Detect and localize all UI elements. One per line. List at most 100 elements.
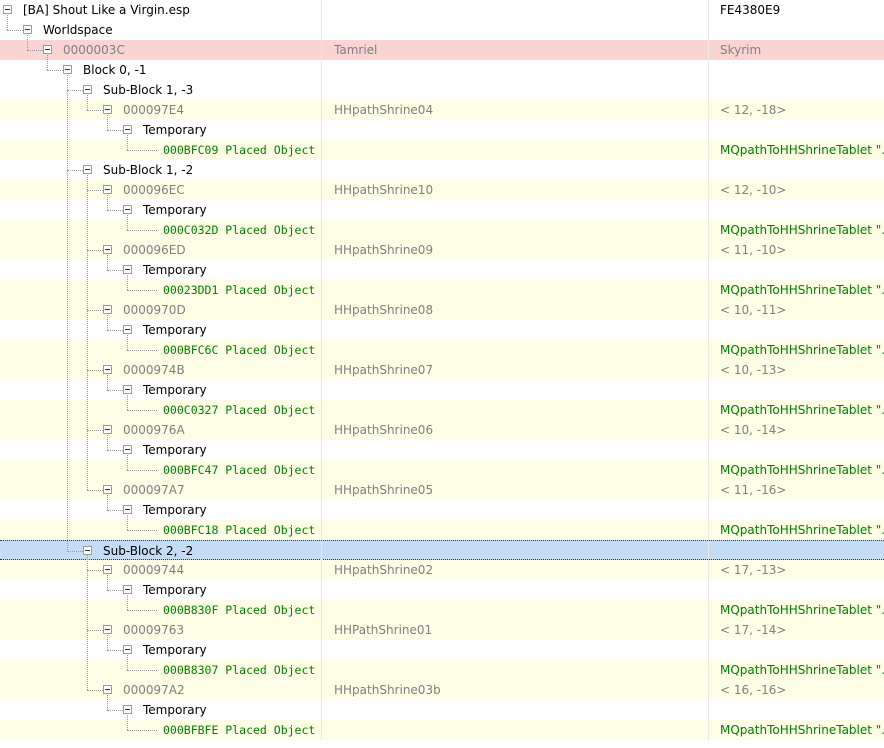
tree-node-label: Temporary xyxy=(143,583,207,597)
tree-row[interactable]: 00009744 HHpathShrine02 < 17, -13> xyxy=(0,560,884,580)
tree-node-label: Temporary xyxy=(143,643,207,657)
tree-row[interactable]: 000BFBFE Placed Object MQpathToHHShrineTa… xyxy=(0,720,884,740)
tree-node-label: 000C032D Placed Object xyxy=(163,223,316,237)
column-divider xyxy=(321,100,322,120)
tree-row[interactable]: Temporary xyxy=(0,320,884,340)
column-divider xyxy=(321,180,322,200)
collapse-toggle-icon[interactable] xyxy=(123,325,132,334)
tree-row[interactable]: 000B830F Placed Object MQpathToHHShrineTa… xyxy=(0,600,884,620)
column-divider xyxy=(708,680,709,700)
collapse-toggle-icon[interactable] xyxy=(123,445,132,454)
collapse-toggle-icon[interactable] xyxy=(103,105,112,114)
collapse-toggle-icon[interactable] xyxy=(103,365,112,374)
editor-id-cell: HHpathShrine09 xyxy=(334,243,434,257)
tree-row[interactable]: 00023DD1 Placed Object MQpathToHHShrineTa… xyxy=(0,280,884,300)
column-divider xyxy=(708,320,709,340)
tree-row[interactable]: Sub-Block 1, -3 xyxy=(0,80,884,100)
name-cell: MQpathToHHShrineTablet "... xyxy=(720,403,884,417)
tree-row[interactable]: 000097A2 HHpathShrine03b < 16, -16> xyxy=(0,680,884,700)
collapse-toggle-icon[interactable] xyxy=(103,185,112,194)
collapse-toggle-icon[interactable] xyxy=(123,205,132,214)
collapse-toggle-icon[interactable] xyxy=(103,625,112,634)
tree-row[interactable]: Block 0, -1 xyxy=(0,60,884,80)
tree-connector xyxy=(127,350,157,351)
collapse-toggle-icon[interactable] xyxy=(123,705,132,714)
collapse-toggle-icon[interactable] xyxy=(103,685,112,694)
tree-row[interactable]: 000B8307 Placed Object MQpathToHHShrineTa… xyxy=(0,660,884,680)
name-cell: Skyrim xyxy=(720,43,762,57)
collapse-toggle-icon[interactable] xyxy=(123,265,132,274)
collapse-toggle-icon[interactable] xyxy=(103,245,112,254)
collapse-toggle-icon[interactable] xyxy=(123,645,132,654)
tree-connector xyxy=(127,410,157,411)
tree-guide-line xyxy=(127,715,128,730)
tree-row[interactable]: Temporary xyxy=(0,700,884,720)
column-divider xyxy=(321,460,322,480)
tree-row[interactable]: Temporary xyxy=(0,640,884,660)
tree-row[interactable]: 000BFC6C Placed Object MQpathToHHShrineTa… xyxy=(0,340,884,360)
column-divider xyxy=(708,160,709,180)
collapse-toggle-icon[interactable] xyxy=(123,585,132,594)
collapse-toggle-icon[interactable] xyxy=(43,45,52,54)
collapse-toggle-icon[interactable] xyxy=(23,25,32,34)
tree-connector xyxy=(127,470,157,471)
collapse-toggle-icon[interactable] xyxy=(103,305,112,314)
collapse-toggle-icon[interactable] xyxy=(3,5,12,14)
column-divider xyxy=(708,220,709,240)
tree-row[interactable]: Temporary xyxy=(0,440,884,460)
tree-row[interactable]: 000097E4 HHpathShrine04 < 12, -18> xyxy=(0,100,884,120)
collapse-toggle-icon[interactable] xyxy=(123,385,132,394)
collapse-toggle-icon[interactable] xyxy=(123,125,132,134)
tree-row[interactable]: 000097A7 HHpathShrine05 < 11, -16> xyxy=(0,480,884,500)
editor-id-cell: HHpathShrine02 xyxy=(334,563,434,577)
collapse-toggle-icon[interactable] xyxy=(103,565,112,574)
column-divider xyxy=(321,360,322,380)
tree-row[interactable]: 000C0327 Placed Object MQpathToHHShrineTa… xyxy=(0,400,884,420)
tree-row[interactable]: 0000970D HHpathShrine08 < 10, -11> xyxy=(0,300,884,320)
tree-row[interactable]: Temporary xyxy=(0,200,884,220)
tree-row[interactable]: 0000974B HHpathShrine07 < 10, -13> xyxy=(0,360,884,380)
column-divider xyxy=(708,100,709,120)
tree-node-label: Temporary xyxy=(143,123,207,137)
tree-guide-line xyxy=(127,395,128,410)
tree-guide-line xyxy=(127,655,128,670)
tree-row[interactable]: 0000976A HHpathShrine06 < 10, -14> xyxy=(0,420,884,440)
tree-guide-line xyxy=(107,495,108,510)
tree-connector xyxy=(87,630,103,631)
tree-row[interactable]: 000BFC18 Placed Object MQpathToHHShrineTa… xyxy=(0,520,884,540)
tree-row[interactable]: 000BFC47 Placed Object MQpathToHHShrineTa… xyxy=(0,460,884,480)
tree-connector xyxy=(87,310,103,311)
column-divider xyxy=(708,200,709,220)
tree-row[interactable]: Temporary xyxy=(0,120,884,140)
tree-row[interactable]: 000096EC HHpathShrine10 < 12, -10> xyxy=(0,180,884,200)
column-divider xyxy=(708,480,709,500)
tree-connector xyxy=(107,650,123,651)
tree-row[interactable]: Temporary xyxy=(0,580,884,600)
record-tree-view[interactable]: [BA] Shout Like a Virgin.esp FE4380E9 Worl… xyxy=(0,0,884,748)
tree-row[interactable]: Temporary xyxy=(0,380,884,400)
tree-row[interactable]: 000C032D Placed Object MQpathToHHShrineTa… xyxy=(0,220,884,240)
tree-row[interactable]: 0000003C Tamriel Skyrim xyxy=(0,40,884,60)
column-divider xyxy=(708,260,709,280)
tree-row[interactable]: [BA] Shout Like a Virgin.esp FE4380E9 xyxy=(0,0,884,20)
tree-connector xyxy=(107,130,123,131)
collapse-toggle-icon[interactable] xyxy=(83,546,92,555)
tree-row[interactable]: Worldspace xyxy=(0,20,884,40)
collapse-toggle-icon[interactable] xyxy=(83,85,92,94)
tree-row[interactable]: Sub-Block 2, -2 xyxy=(0,540,884,561)
collapse-toggle-icon[interactable] xyxy=(103,485,112,494)
tree-row[interactable]: 00009763 HHPathShrine01 < 17, -14> xyxy=(0,620,884,640)
tree-row[interactable]: Sub-Block 1, -2 xyxy=(0,160,884,180)
collapse-toggle-icon[interactable] xyxy=(83,165,92,174)
collapse-toggle-icon[interactable] xyxy=(103,425,112,434)
tree-row[interactable]: Temporary xyxy=(0,260,884,280)
tree-row[interactable]: Temporary xyxy=(0,500,884,520)
collapse-toggle-icon[interactable] xyxy=(123,505,132,514)
tree-node-label: Temporary xyxy=(143,203,207,217)
tree-connector xyxy=(67,90,83,91)
tree-row[interactable]: 000BFC09 Placed Object MQpathToHHShrineTa… xyxy=(0,140,884,160)
collapse-toggle-icon[interactable] xyxy=(63,65,72,74)
tree-node-label: Temporary xyxy=(143,443,207,457)
tree-row[interactable]: 000096ED HHpathShrine09 < 11, -10> xyxy=(0,240,884,260)
column-divider xyxy=(708,541,709,561)
